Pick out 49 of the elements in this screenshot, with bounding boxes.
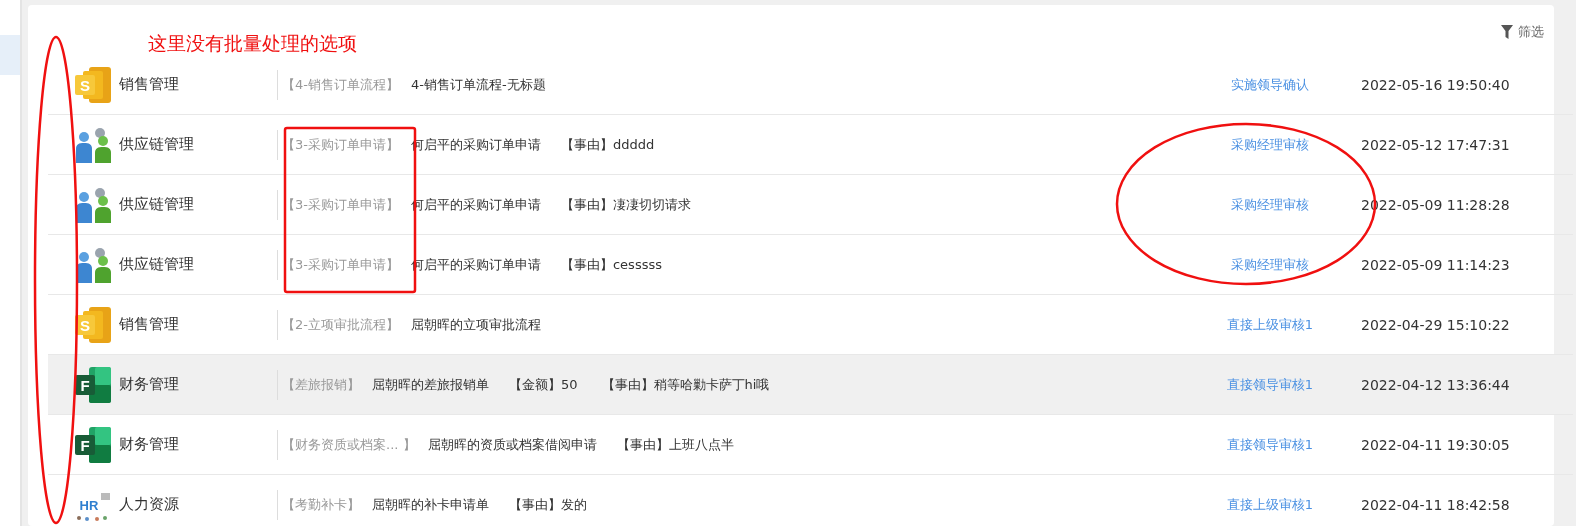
status-link[interactable]: 采购经理审核 xyxy=(1185,195,1355,214)
status-link[interactable]: 直接领导审核1 xyxy=(1185,435,1355,454)
request-detail: 【事由】上班八点半 xyxy=(616,435,734,454)
date-text: 2022-04-11 19:30:05 xyxy=(1360,436,1511,453)
app-name: 销售管理 xyxy=(119,315,180,334)
app-name: 供应链管理 xyxy=(119,135,195,154)
date-text: 2022-04-11 18:42:58 xyxy=(1360,496,1511,513)
request-title[interactable]: 屈朝晖的立项审批流程 xyxy=(410,315,541,334)
request-detail: 【金额】50 xyxy=(509,375,578,394)
status-link[interactable]: 采购经理审核 xyxy=(1185,135,1355,154)
request-detail: 【事由】稍等哈勦卡萨丁hi哦 xyxy=(601,375,770,394)
app-name: 供应链管理 xyxy=(119,255,195,274)
sidebar-item[interactable] xyxy=(0,35,20,75)
request-detail: 【事由】发的 xyxy=(509,495,587,514)
process-tag: 【3-采购订单申请】 xyxy=(282,255,399,274)
process-tag: 【考勤补卡】 xyxy=(282,495,360,514)
request-title[interactable]: 4-销售订单流程-无标题 xyxy=(410,75,546,94)
date-text: 2022-05-16 19:50:40 xyxy=(1360,76,1511,93)
process-tag: 【3-采购订单申请】 xyxy=(282,195,399,214)
date-text: 2022-05-09 11:14:23 xyxy=(1360,256,1511,273)
annotation-note: 这里没有批量处理的选项 xyxy=(148,31,357,56)
list-row[interactable]: F 财务管理 【差旅报销】 屈朝晖的差旅报销单 【金额】50 【事由】稍等哈勦卡萨丁hi哦 直接领导审核1 2022-04-12 13:36:44 xyxy=(48,355,1573,415)
app-name: 人力资源 xyxy=(119,495,180,514)
app-name: 供应链管理 xyxy=(119,195,195,214)
process-tag: 【差旅报销】 xyxy=(282,375,360,394)
request-title[interactable]: 屈朝晖的补卡申请单 xyxy=(372,495,489,514)
filter-icon xyxy=(1501,25,1513,39)
list-row[interactable]: HR 人力资源 【考勤补卡】 屈朝晖的补卡申请单 【事由】发的 直接上级审核1 2022-04-11 18:42:58 xyxy=(48,475,1573,526)
process-tag: 【2-立项审批流程】 xyxy=(282,315,399,334)
date-text: 2022-04-12 13:36:44 xyxy=(1360,376,1511,393)
app-name: 财务管理 xyxy=(119,375,180,394)
date-text: 2022-05-12 17:47:31 xyxy=(1360,136,1511,153)
list-row[interactable]: F 财务管理 【财务资质或档案... 】 屈朝晖的资质或档案借阅申请 【事由】上班八点半 直接领导审核1 2022-04-11 19:30:05 xyxy=(48,415,1573,475)
process-tag: 【财务资质或档案... 】 xyxy=(282,435,416,454)
process-tag: 【4-销售订单流程】 xyxy=(282,75,399,94)
request-title[interactable]: 屈朝晖的资质或档案借阅申请 xyxy=(427,435,597,454)
app-name: 销售管理 xyxy=(119,75,180,94)
status-link[interactable]: 采购经理审核 xyxy=(1185,255,1355,274)
request-detail: 【事由】ddddd xyxy=(560,135,655,154)
date-text: 2022-04-29 15:10:22 xyxy=(1360,316,1511,333)
app-name: 财务管理 xyxy=(119,435,180,454)
list-row[interactable]: S 销售管理 【4-销售订单流程】 4-销售订单流程-无标题 实施领导确认 2022-05-16 19:50:40 xyxy=(48,55,1573,115)
status-link[interactable]: 直接上级审核1 xyxy=(1185,315,1355,334)
process-tag: 【3-采购订单申请】 xyxy=(282,135,399,154)
request-detail: 【事由】凄凄切切请求 xyxy=(560,195,691,214)
request-detail: 【事由】cesssss xyxy=(560,255,662,274)
status-link[interactable]: 直接上级审核1 xyxy=(1185,495,1355,514)
request-title[interactable]: 屈朝晖的差旅报销单 xyxy=(372,375,489,394)
filter-button[interactable]: 筛选 xyxy=(1501,23,1544,41)
